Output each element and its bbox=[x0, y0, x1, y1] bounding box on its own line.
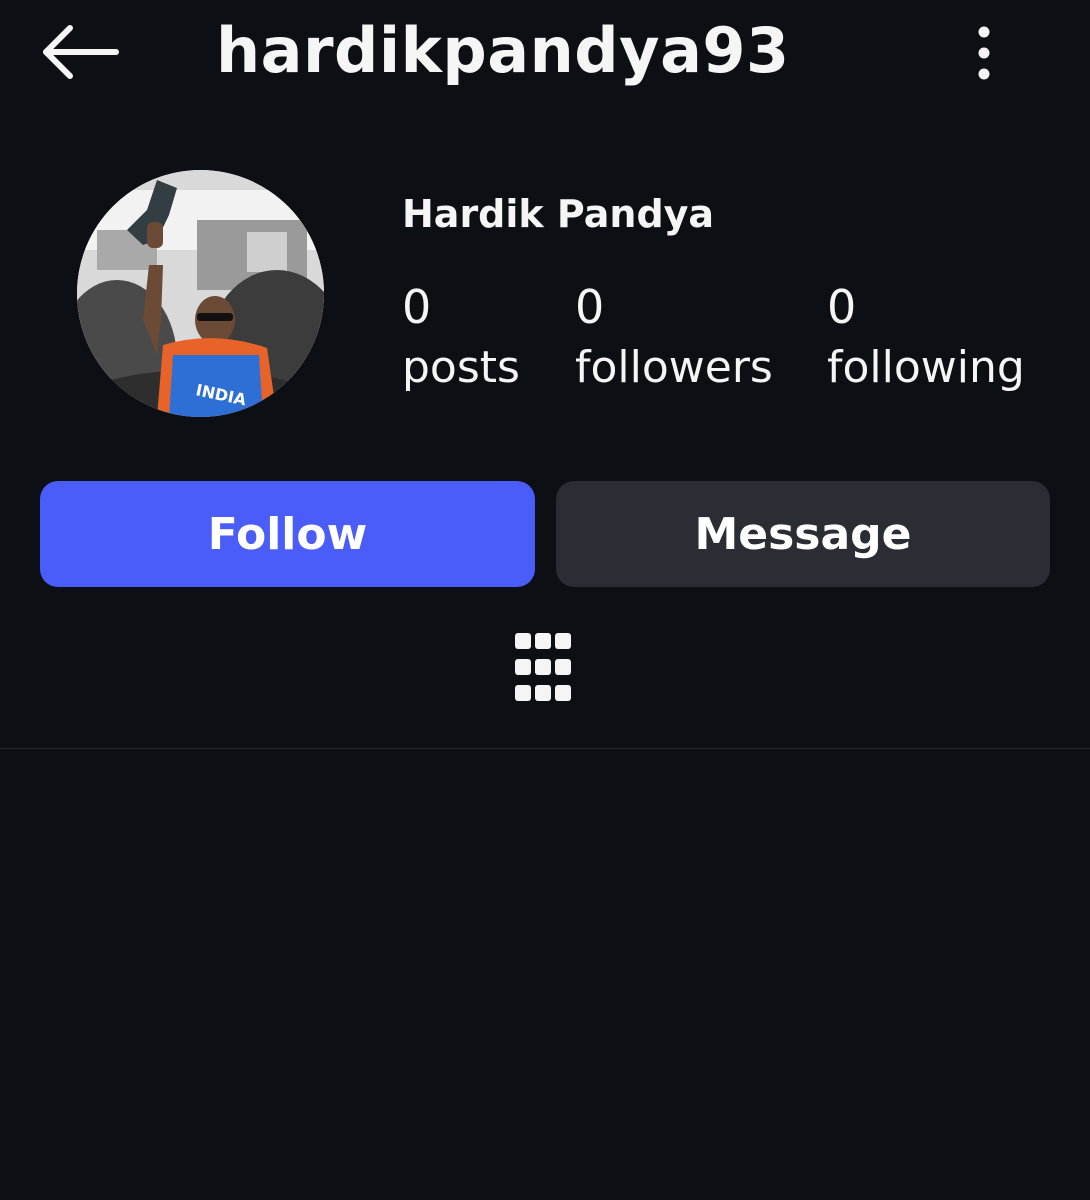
display-name: Hardik Pandya bbox=[402, 192, 715, 236]
follow-button[interactable]: Follow bbox=[40, 481, 535, 587]
following-label: following bbox=[827, 342, 1025, 393]
following-stat[interactable]: 0 following bbox=[827, 280, 1025, 400]
tab-posts-grid[interactable] bbox=[512, 630, 578, 708]
posts-count: 0 bbox=[402, 280, 432, 334]
profile-photo: INDIA bbox=[77, 170, 324, 417]
more-options-button[interactable] bbox=[960, 20, 1008, 86]
back-button[interactable] bbox=[38, 22, 122, 82]
top-bar: hardikpandya93 bbox=[0, 0, 1090, 110]
message-button[interactable]: Message bbox=[556, 481, 1050, 587]
followers-count: 0 bbox=[575, 280, 605, 334]
following-count: 0 bbox=[827, 280, 857, 334]
more-vertical-icon bbox=[978, 26, 990, 80]
arrow-left-icon bbox=[43, 25, 119, 79]
grid-icon bbox=[515, 633, 571, 701]
followers-label: followers bbox=[575, 342, 773, 393]
profile-username: hardikpandya93 bbox=[216, 14, 790, 87]
tab-divider bbox=[0, 748, 1090, 749]
posts-label: posts bbox=[402, 342, 520, 393]
followers-stat[interactable]: 0 followers bbox=[575, 280, 773, 400]
posts-stat: 0 posts bbox=[402, 280, 520, 400]
avatar[interactable]: INDIA bbox=[77, 170, 324, 417]
